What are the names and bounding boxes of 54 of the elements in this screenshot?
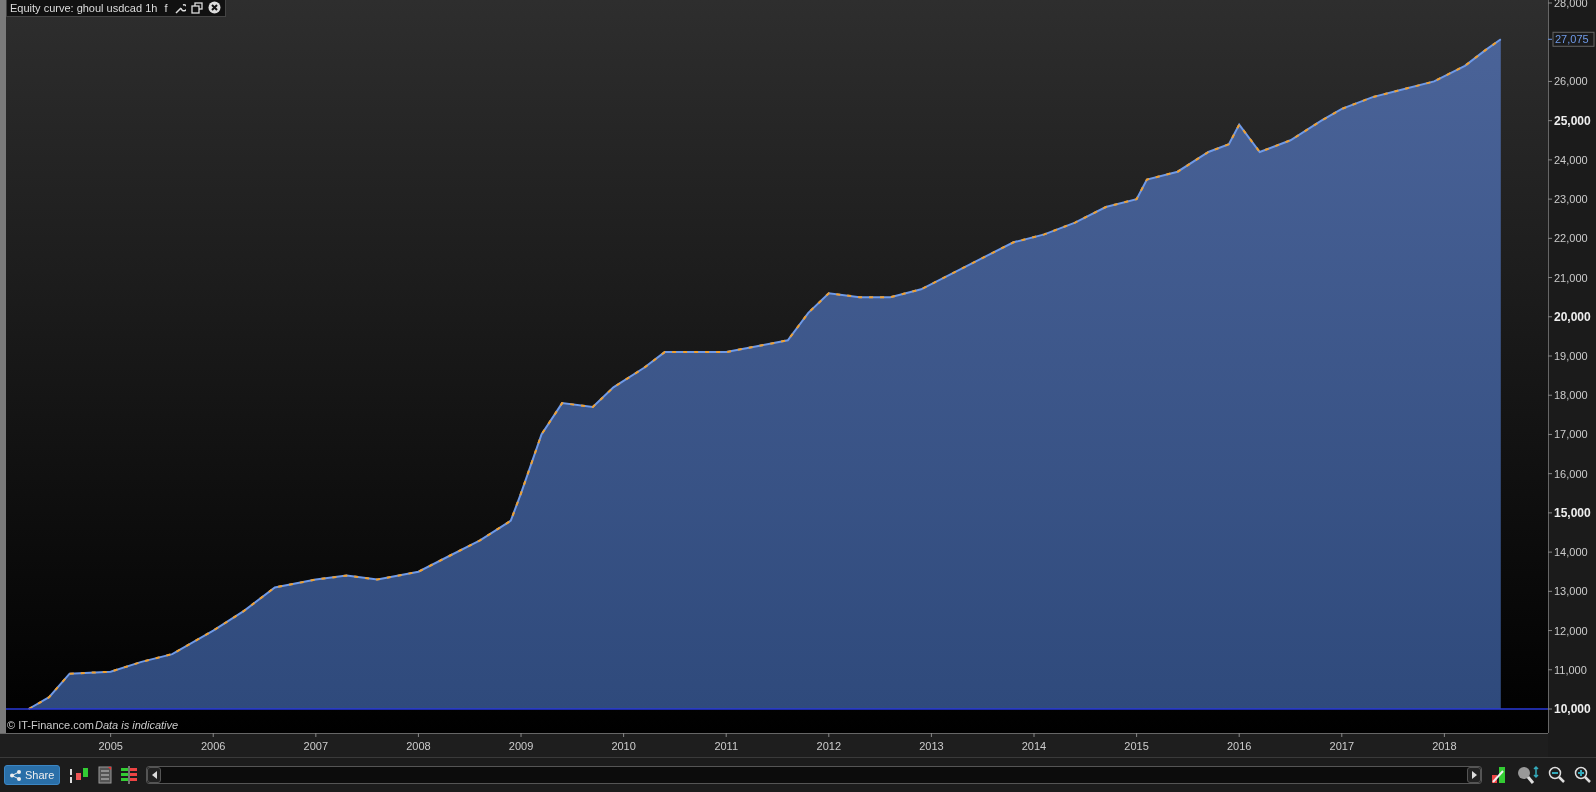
formula-button[interactable]: f [162, 1, 170, 14]
year-tick-label: 2010 [611, 740, 636, 752]
left-arrow-icon [151, 771, 157, 779]
price-tick-label: 25,000 [1554, 113, 1591, 128]
price-tick-label: 26,000 [1554, 75, 1588, 88]
copyright-text: © IT-Finance.com [7, 719, 94, 731]
share-button[interactable]: Share [4, 765, 61, 785]
year-tick-label: 2015 [1124, 740, 1149, 752]
year-tick-label: 2018 [1432, 740, 1457, 752]
price-tick-label: 24,000 [1554, 153, 1588, 166]
price-tick-label: 22,000 [1554, 232, 1588, 245]
zoom-vertical-icon[interactable] [1516, 765, 1540, 785]
wrench-icon[interactable] [174, 1, 187, 14]
price-tick-label: 10,000 [1554, 702, 1591, 716]
indicator-settings-icon[interactable] [1490, 765, 1508, 785]
scroll-right-button[interactable] [1467, 767, 1481, 783]
zoom-in-icon[interactable] [1574, 766, 1592, 784]
year-tick-label: 2017 [1329, 740, 1355, 752]
window-title: Equity curve: ghoul usdcad 1h [10, 1, 158, 14]
price-tick-label: 16,000 [1554, 467, 1588, 480]
year-tick-label: 2007 [303, 740, 329, 752]
horizontal-scrollbar[interactable] [146, 766, 1482, 784]
last-value-tag: 27,075 [1552, 31, 1595, 47]
scroll-left-button[interactable] [147, 767, 162, 783]
year-tick-label: 2013 [919, 740, 944, 752]
price-tick-label: 12,000 [1554, 624, 1588, 637]
price-tick-label: 23,000 [1554, 193, 1588, 206]
price-tick-label: 28,000 [1554, 0, 1588, 9]
share-icon [10, 769, 21, 781]
price-tick-label: 18,000 [1554, 389, 1588, 402]
price-tick-label: 15,000 [1554, 505, 1591, 520]
year-tick-label: 2016 [1226, 740, 1252, 752]
right-arrow-icon [1471, 771, 1477, 779]
document-chart-icon[interactable] [98, 766, 113, 784]
disclaimer-text: Data is indicative [95, 719, 179, 731]
year-tick-label: 2008 [406, 740, 431, 752]
price-tick-label: 21,000 [1554, 271, 1588, 284]
price-tick-label: 20,000 [1554, 309, 1591, 324]
year-tick-label: 2012 [816, 740, 842, 752]
zoom-out-icon[interactable] [1548, 766, 1566, 784]
price-tick-label: 11,000 [1554, 663, 1587, 676]
year-tick-label: 2014 [1021, 740, 1047, 752]
year-tick-label: 2006 [201, 740, 226, 752]
candlestick-link-icon[interactable] [68, 765, 91, 785]
restore-window-icon[interactable] [191, 1, 204, 14]
close-icon[interactable] [208, 1, 222, 14]
price-tick-label: 19,000 [1554, 350, 1588, 362]
year-tick-label: 2009 [508, 740, 534, 752]
order-book-icon[interactable] [120, 766, 139, 784]
price-tick-label: 13,000 [1554, 585, 1588, 598]
price-tick-label: 17,000 [1554, 428, 1588, 441]
year-tick-label: 2005 [98, 740, 123, 752]
year-tick-label: 2011 [714, 740, 739, 752]
price-tick-label: 14,000 [1554, 546, 1588, 559]
